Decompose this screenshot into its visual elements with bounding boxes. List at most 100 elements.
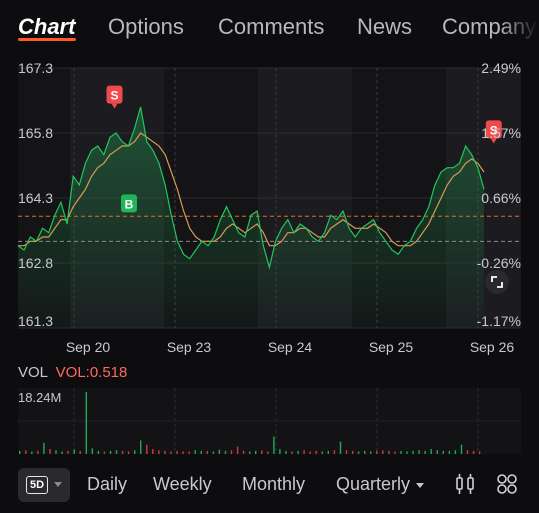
volume-bar <box>19 450 21 454</box>
volume-bar <box>315 450 317 454</box>
volume-bar <box>327 450 329 454</box>
period-5d-button[interactable]: 5D <box>18 468 70 502</box>
volume-bar <box>43 442 45 454</box>
volume-bar <box>430 449 432 454</box>
volume-bar <box>303 450 305 454</box>
volume-indicator-value[interactable]: VOL:0.518 <box>56 364 128 381</box>
expand-icon[interactable] <box>485 270 509 294</box>
x-tick-label: Sep 26 <box>470 339 515 355</box>
volume-bar <box>67 450 69 454</box>
volume-bar <box>146 444 148 454</box>
period-monthly[interactable]: Monthly <box>242 474 305 495</box>
volume-bar <box>218 449 221 454</box>
volume-bar <box>339 441 342 454</box>
volume-bar <box>164 450 166 454</box>
volume-bar <box>333 450 336 454</box>
pct-tick-label: 2.49% <box>481 60 521 76</box>
x-tick-label: Sep 20 <box>66 339 111 355</box>
x-tick-label: Sep 25 <box>369 339 414 355</box>
volume-bar <box>188 451 190 454</box>
volume-bar <box>400 450 402 454</box>
period-bar: 5D Daily Weekly Monthly Quarterly <box>0 462 539 506</box>
volume-bar <box>448 450 451 454</box>
volume-bar <box>31 451 33 454</box>
candlestick-icon[interactable] <box>453 472 477 496</box>
volume-bar <box>472 450 475 454</box>
volume-bar <box>279 449 281 454</box>
volume-bar <box>382 450 384 454</box>
volume-bar <box>478 451 481 454</box>
volume-bar <box>85 392 87 454</box>
y-tick-label: 161.3 <box>18 313 53 329</box>
marker-label: B <box>125 197 134 211</box>
volume-max-label: 18.24M <box>18 390 61 405</box>
period-quarterly-dropdown[interactable]: Quarterly <box>336 474 425 495</box>
volume-bar <box>297 450 299 454</box>
period-daily[interactable]: Daily <box>87 474 127 495</box>
volume-bar <box>140 440 142 454</box>
volume-bar <box>49 449 51 454</box>
volume-bar <box>273 436 275 454</box>
marker-label: S <box>110 89 118 103</box>
volume-bar <box>261 450 263 454</box>
volume-bar <box>73 449 75 454</box>
volume-bar <box>170 451 172 454</box>
volume-bar <box>115 450 118 454</box>
y-tick-label: 164.3 <box>18 190 53 206</box>
volume-bar <box>285 450 287 454</box>
top-tab-bar: Chart Options Comments News Company <box>0 0 539 56</box>
volume-bar <box>321 451 323 454</box>
volume-bar <box>206 450 208 454</box>
tab-news[interactable]: News <box>357 14 412 40</box>
price-chart[interactable]: SBS 167.3165.8164.3162.8161.32.49%1.57%0… <box>0 58 539 358</box>
tab-chart[interactable]: Chart <box>18 14 75 40</box>
chevron-down-icon <box>416 482 425 488</box>
volume-chart: 18.24M <box>18 388 521 454</box>
grid-layout-icon[interactable] <box>495 472 519 496</box>
volume-bar <box>406 451 408 454</box>
pct-tick-label: 0.66% <box>481 190 521 206</box>
volume-bar <box>345 450 348 454</box>
volume-bar <box>176 450 178 454</box>
volume-bar <box>152 449 154 454</box>
volume-bar <box>236 446 239 454</box>
pct-tick-label: -0.26% <box>477 255 521 271</box>
volume-bar <box>230 450 233 454</box>
volume-bar <box>37 450 39 454</box>
volume-bar <box>127 451 130 454</box>
volume-bar <box>103 451 106 454</box>
pct-tick-label: -1.17% <box>477 313 521 329</box>
volume-header: VOL VOL:0.518 <box>18 364 127 381</box>
volume-bar <box>182 451 184 454</box>
volume-bar <box>97 450 100 454</box>
volume-label: VOL <box>18 364 48 381</box>
volume-bar <box>357 451 360 454</box>
y-tick-label: 165.8 <box>18 125 53 141</box>
tab-options[interactable]: Options <box>108 14 184 40</box>
volume-bar <box>25 450 27 454</box>
volume-bar <box>466 450 469 454</box>
active-tab-indicator <box>18 38 76 41</box>
volume-bar <box>267 451 269 454</box>
volume-bar <box>242 450 245 454</box>
volume-bar <box>436 450 438 454</box>
volume-bar <box>224 450 227 454</box>
tab-comments[interactable]: Comments <box>218 14 324 40</box>
volume-bar <box>418 450 420 454</box>
volume-bar <box>194 450 196 454</box>
volume-bar <box>454 450 457 454</box>
buy-marker[interactable]: B <box>120 194 137 213</box>
pct-tick-label: 1.57% <box>481 125 521 141</box>
y-tick-label: 162.8 <box>18 255 53 271</box>
volume-bar <box>442 450 444 454</box>
volume-bar <box>134 450 136 454</box>
volume-bar <box>91 448 93 454</box>
volume-bar <box>79 450 81 454</box>
volume-bar <box>109 450 112 454</box>
volume-bar <box>364 450 366 454</box>
chevron-down-icon <box>54 482 62 487</box>
period-5d-label: 5D <box>26 476 48 494</box>
y-tick-label: 167.3 <box>18 60 53 76</box>
period-weekly[interactable]: Weekly <box>153 474 212 495</box>
volume-bar <box>394 451 396 454</box>
